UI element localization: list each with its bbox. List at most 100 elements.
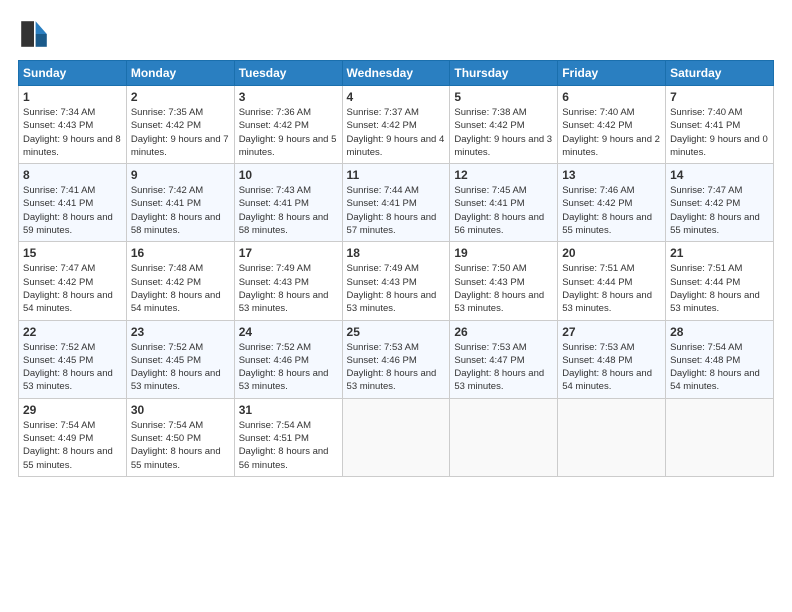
sunset-label: Sunset: 4:41 PM	[670, 120, 740, 131]
day-number: 25	[347, 325, 446, 339]
sunrise-label: Sunrise: 7:35 AM	[131, 107, 203, 118]
calendar-cell: 4 Sunrise: 7:37 AM Sunset: 4:42 PM Dayli…	[342, 86, 450, 164]
sunset-label: Sunset: 4:42 PM	[562, 198, 632, 209]
daylight-label: Daylight: 8 hours and 54 minutes.	[131, 290, 221, 314]
day-number: 23	[131, 325, 230, 339]
day-number: 7	[670, 90, 769, 104]
sunrise-label: Sunrise: 7:43 AM	[239, 185, 311, 196]
day-number: 30	[131, 403, 230, 417]
sunset-label: Sunset: 4:42 PM	[670, 198, 740, 209]
sunrise-label: Sunrise: 7:40 AM	[670, 107, 742, 118]
sunset-label: Sunset: 4:47 PM	[454, 355, 524, 366]
calendar-cell	[558, 398, 666, 476]
day-info: Sunrise: 7:40 AM Sunset: 4:41 PM Dayligh…	[670, 106, 769, 159]
sunrise-label: Sunrise: 7:47 AM	[670, 185, 742, 196]
sunset-label: Sunset: 4:44 PM	[562, 277, 632, 288]
sunrise-label: Sunrise: 7:51 AM	[670, 263, 742, 274]
calendar-cell: 14 Sunrise: 7:47 AM Sunset: 4:42 PM Dayl…	[666, 164, 774, 242]
sunset-label: Sunset: 4:46 PM	[239, 355, 309, 366]
sunrise-label: Sunrise: 7:54 AM	[131, 420, 203, 431]
day-info: Sunrise: 7:53 AM Sunset: 4:47 PM Dayligh…	[454, 341, 553, 394]
sunrise-label: Sunrise: 7:47 AM	[23, 263, 95, 274]
sunrise-label: Sunrise: 7:45 AM	[454, 185, 526, 196]
sunrise-label: Sunrise: 7:50 AM	[454, 263, 526, 274]
day-number: 20	[562, 246, 661, 260]
daylight-label: Daylight: 8 hours and 53 minutes.	[670, 290, 760, 314]
day-number: 24	[239, 325, 338, 339]
calendar-week-1: 1 Sunrise: 7:34 AM Sunset: 4:43 PM Dayli…	[19, 86, 774, 164]
day-number: 18	[347, 246, 446, 260]
logo-icon	[18, 18, 50, 50]
sunset-label: Sunset: 4:45 PM	[23, 355, 93, 366]
calendar-cell: 26 Sunrise: 7:53 AM Sunset: 4:47 PM Dayl…	[450, 320, 558, 398]
daylight-label: Daylight: 8 hours and 58 minutes.	[131, 212, 221, 236]
day-number: 19	[454, 246, 553, 260]
sunset-label: Sunset: 4:41 PM	[454, 198, 524, 209]
calendar-cell: 28 Sunrise: 7:54 AM Sunset: 4:48 PM Dayl…	[666, 320, 774, 398]
daylight-label: Daylight: 9 hours and 5 minutes.	[239, 134, 337, 158]
sunrise-label: Sunrise: 7:54 AM	[23, 420, 95, 431]
sunrise-label: Sunrise: 7:49 AM	[239, 263, 311, 274]
sunset-label: Sunset: 4:42 PM	[23, 277, 93, 288]
weekday-header-saturday: Saturday	[666, 61, 774, 86]
calendar-cell: 8 Sunrise: 7:41 AM Sunset: 4:41 PM Dayli…	[19, 164, 127, 242]
day-info: Sunrise: 7:48 AM Sunset: 4:42 PM Dayligh…	[131, 262, 230, 315]
logo	[18, 18, 54, 50]
calendar-week-5: 29 Sunrise: 7:54 AM Sunset: 4:49 PM Dayl…	[19, 398, 774, 476]
day-number: 31	[239, 403, 338, 417]
day-info: Sunrise: 7:46 AM Sunset: 4:42 PM Dayligh…	[562, 184, 661, 237]
sunset-label: Sunset: 4:44 PM	[670, 277, 740, 288]
day-info: Sunrise: 7:54 AM Sunset: 4:51 PM Dayligh…	[239, 419, 338, 472]
daylight-label: Daylight: 9 hours and 8 minutes.	[23, 134, 121, 158]
header	[18, 18, 774, 50]
calendar-cell: 5 Sunrise: 7:38 AM Sunset: 4:42 PM Dayli…	[450, 86, 558, 164]
calendar-cell: 12 Sunrise: 7:45 AM Sunset: 4:41 PM Dayl…	[450, 164, 558, 242]
calendar-cell	[666, 398, 774, 476]
calendar-cell: 25 Sunrise: 7:53 AM Sunset: 4:46 PM Dayl…	[342, 320, 450, 398]
sunset-label: Sunset: 4:42 PM	[347, 120, 417, 131]
sunset-label: Sunset: 4:43 PM	[347, 277, 417, 288]
day-number: 13	[562, 168, 661, 182]
calendar-cell: 2 Sunrise: 7:35 AM Sunset: 4:42 PM Dayli…	[126, 86, 234, 164]
calendar-cell: 29 Sunrise: 7:54 AM Sunset: 4:49 PM Dayl…	[19, 398, 127, 476]
calendar-cell: 1 Sunrise: 7:34 AM Sunset: 4:43 PM Dayli…	[19, 86, 127, 164]
day-info: Sunrise: 7:37 AM Sunset: 4:42 PM Dayligh…	[347, 106, 446, 159]
day-info: Sunrise: 7:50 AM Sunset: 4:43 PM Dayligh…	[454, 262, 553, 315]
calendar-cell: 22 Sunrise: 7:52 AM Sunset: 4:45 PM Dayl…	[19, 320, 127, 398]
daylight-label: Daylight: 8 hours and 53 minutes.	[131, 368, 221, 392]
day-info: Sunrise: 7:34 AM Sunset: 4:43 PM Dayligh…	[23, 106, 122, 159]
day-number: 4	[347, 90, 446, 104]
daylight-label: Daylight: 9 hours and 0 minutes.	[670, 134, 768, 158]
day-number: 21	[670, 246, 769, 260]
daylight-label: Daylight: 8 hours and 53 minutes.	[347, 368, 437, 392]
calendar-week-4: 22 Sunrise: 7:52 AM Sunset: 4:45 PM Dayl…	[19, 320, 774, 398]
weekday-header-thursday: Thursday	[450, 61, 558, 86]
day-number: 22	[23, 325, 122, 339]
calendar-cell: 6 Sunrise: 7:40 AM Sunset: 4:42 PM Dayli…	[558, 86, 666, 164]
day-info: Sunrise: 7:49 AM Sunset: 4:43 PM Dayligh…	[239, 262, 338, 315]
daylight-label: Daylight: 8 hours and 55 minutes.	[562, 212, 652, 236]
weekday-header-monday: Monday	[126, 61, 234, 86]
sunset-label: Sunset: 4:41 PM	[131, 198, 201, 209]
daylight-label: Daylight: 8 hours and 56 minutes.	[454, 212, 544, 236]
day-info: Sunrise: 7:36 AM Sunset: 4:42 PM Dayligh…	[239, 106, 338, 159]
calendar-cell: 10 Sunrise: 7:43 AM Sunset: 4:41 PM Dayl…	[234, 164, 342, 242]
daylight-label: Daylight: 8 hours and 56 minutes.	[239, 446, 329, 470]
sunrise-label: Sunrise: 7:48 AM	[131, 263, 203, 274]
calendar-cell: 19 Sunrise: 7:50 AM Sunset: 4:43 PM Dayl…	[450, 242, 558, 320]
daylight-label: Daylight: 9 hours and 3 minutes.	[454, 134, 552, 158]
sunrise-label: Sunrise: 7:53 AM	[562, 342, 634, 353]
day-info: Sunrise: 7:38 AM Sunset: 4:42 PM Dayligh…	[454, 106, 553, 159]
calendar-week-3: 15 Sunrise: 7:47 AM Sunset: 4:42 PM Dayl…	[19, 242, 774, 320]
day-info: Sunrise: 7:52 AM Sunset: 4:45 PM Dayligh…	[23, 341, 122, 394]
weekday-header-row: SundayMondayTuesdayWednesdayThursdayFrid…	[19, 61, 774, 86]
day-info: Sunrise: 7:47 AM Sunset: 4:42 PM Dayligh…	[23, 262, 122, 315]
sunrise-label: Sunrise: 7:51 AM	[562, 263, 634, 274]
sunrise-label: Sunrise: 7:36 AM	[239, 107, 311, 118]
day-number: 12	[454, 168, 553, 182]
sunrise-label: Sunrise: 7:41 AM	[23, 185, 95, 196]
calendar-cell: 30 Sunrise: 7:54 AM Sunset: 4:50 PM Dayl…	[126, 398, 234, 476]
day-info: Sunrise: 7:47 AM Sunset: 4:42 PM Dayligh…	[670, 184, 769, 237]
calendar-table: SundayMondayTuesdayWednesdayThursdayFrid…	[18, 60, 774, 477]
day-number: 14	[670, 168, 769, 182]
